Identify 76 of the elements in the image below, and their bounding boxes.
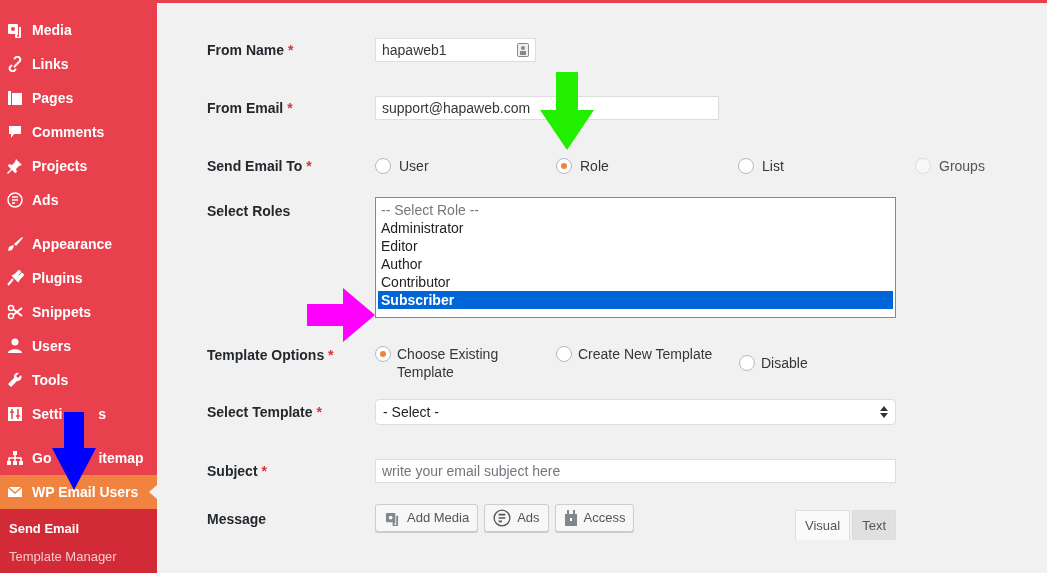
sliders-icon [6, 406, 24, 422]
field-label: From Name * [207, 40, 295, 60]
radio-button[interactable] [556, 346, 572, 362]
scissors-icon [6, 304, 24, 320]
role-listbox[interactable]: -- Select Role -- Administrator Editor Author Contributor Subscriber [375, 197, 896, 318]
radio-button[interactable] [738, 158, 754, 174]
radio-label: Role [580, 156, 609, 176]
link-icon [6, 56, 24, 72]
radio-label: Create New Template [578, 345, 713, 363]
list-option[interactable]: Author [378, 255, 893, 273]
circle-icon [6, 192, 24, 208]
plug-icon [6, 270, 24, 286]
list-option[interactable]: Subscriber [378, 291, 893, 309]
editor-tab[interactable]: Visual [794, 510, 851, 540]
pin-icon [6, 158, 24, 174]
right-arrow [307, 288, 375, 342]
toolbar-button[interactable]: Access [554, 504, 635, 532]
menu-item[interactable]: Users [0, 329, 157, 363]
menu-item[interactable]: Projects [0, 149, 157, 183]
wrench-icon [6, 372, 24, 388]
radio-button[interactable] [739, 355, 755, 371]
menu-item-text[interactable]: s [98, 403, 107, 425]
field-label: Message [207, 509, 268, 529]
field-label: Subject * [207, 461, 268, 481]
list-option[interactable]: Editor [378, 237, 893, 255]
user-icon [6, 338, 24, 354]
media-icon [6, 22, 24, 38]
radio-button[interactable] [556, 158, 572, 174]
text-field[interactable]: write your email subject here [375, 459, 896, 483]
circle-icon [493, 509, 512, 527]
editor-tab[interactable]: Text [852, 510, 896, 540]
menu-item[interactable]: Snippets [0, 295, 157, 329]
menu-pointer [149, 485, 157, 499]
radio-button[interactable] [375, 346, 391, 362]
menu-item[interactable]: Comments [0, 115, 157, 149]
field-label: Select Template * [207, 402, 323, 422]
media-icon [384, 510, 401, 526]
menu-item[interactable]: Media [0, 13, 157, 47]
menu-item[interactable]: Plugins [0, 261, 157, 295]
menu-item[interactable]: Tools [0, 363, 157, 397]
select-dropdown[interactable]: - Select - [375, 399, 896, 425]
menu-item-text[interactable]: Go [32, 447, 52, 469]
pages-icon [6, 90, 24, 106]
text-field[interactable]: hapaweb1 [375, 38, 536, 62]
radio-label: Disable [761, 354, 808, 372]
menu-item-text[interactable]: itemap [98, 447, 144, 469]
brush-icon [6, 236, 24, 252]
sitemap-icon [6, 450, 24, 466]
radio-label: Groups [939, 156, 985, 176]
toolbar-button[interactable]: Ads [484, 504, 549, 532]
radio-label: List [762, 156, 784, 176]
speech-bubble-icon [6, 124, 24, 140]
text-field[interactable]: support@hapaweb.com [375, 96, 719, 120]
field-label: Template Options * [207, 346, 335, 365]
list-option[interactable]: Administrator [378, 219, 893, 237]
lock-icon [563, 510, 578, 526]
list-option[interactable]: -- Select Role -- [378, 201, 893, 219]
menu-item[interactable]: WP Email Users [0, 475, 157, 509]
field-label: From Email * [207, 98, 294, 118]
field-label: Select Roles [207, 202, 292, 221]
envelope-icon [6, 484, 24, 500]
menu-item[interactable]: Appearance [0, 227, 157, 261]
toolbar-button[interactable]: Add Media [375, 504, 479, 532]
radio-button[interactable] [375, 158, 391, 174]
menu-item[interactable]: Ads [0, 183, 157, 217]
radio-label: User [399, 156, 429, 176]
radio-label: Choose Existing Template [397, 345, 500, 381]
menu-item[interactable]: Links [0, 47, 157, 81]
submenu-item[interactable]: Send Email [0, 515, 157, 543]
contact-card-icon [517, 43, 529, 57]
menu-item-text[interactable]: Setti [32, 403, 63, 425]
submenu-item[interactable]: Template Manager [0, 543, 157, 571]
menu-item[interactable]: Pages [0, 81, 157, 115]
field-label: Send Email To * [207, 156, 313, 176]
list-option[interactable]: Contributor [378, 273, 893, 291]
sort-arrows-icon [880, 406, 888, 418]
